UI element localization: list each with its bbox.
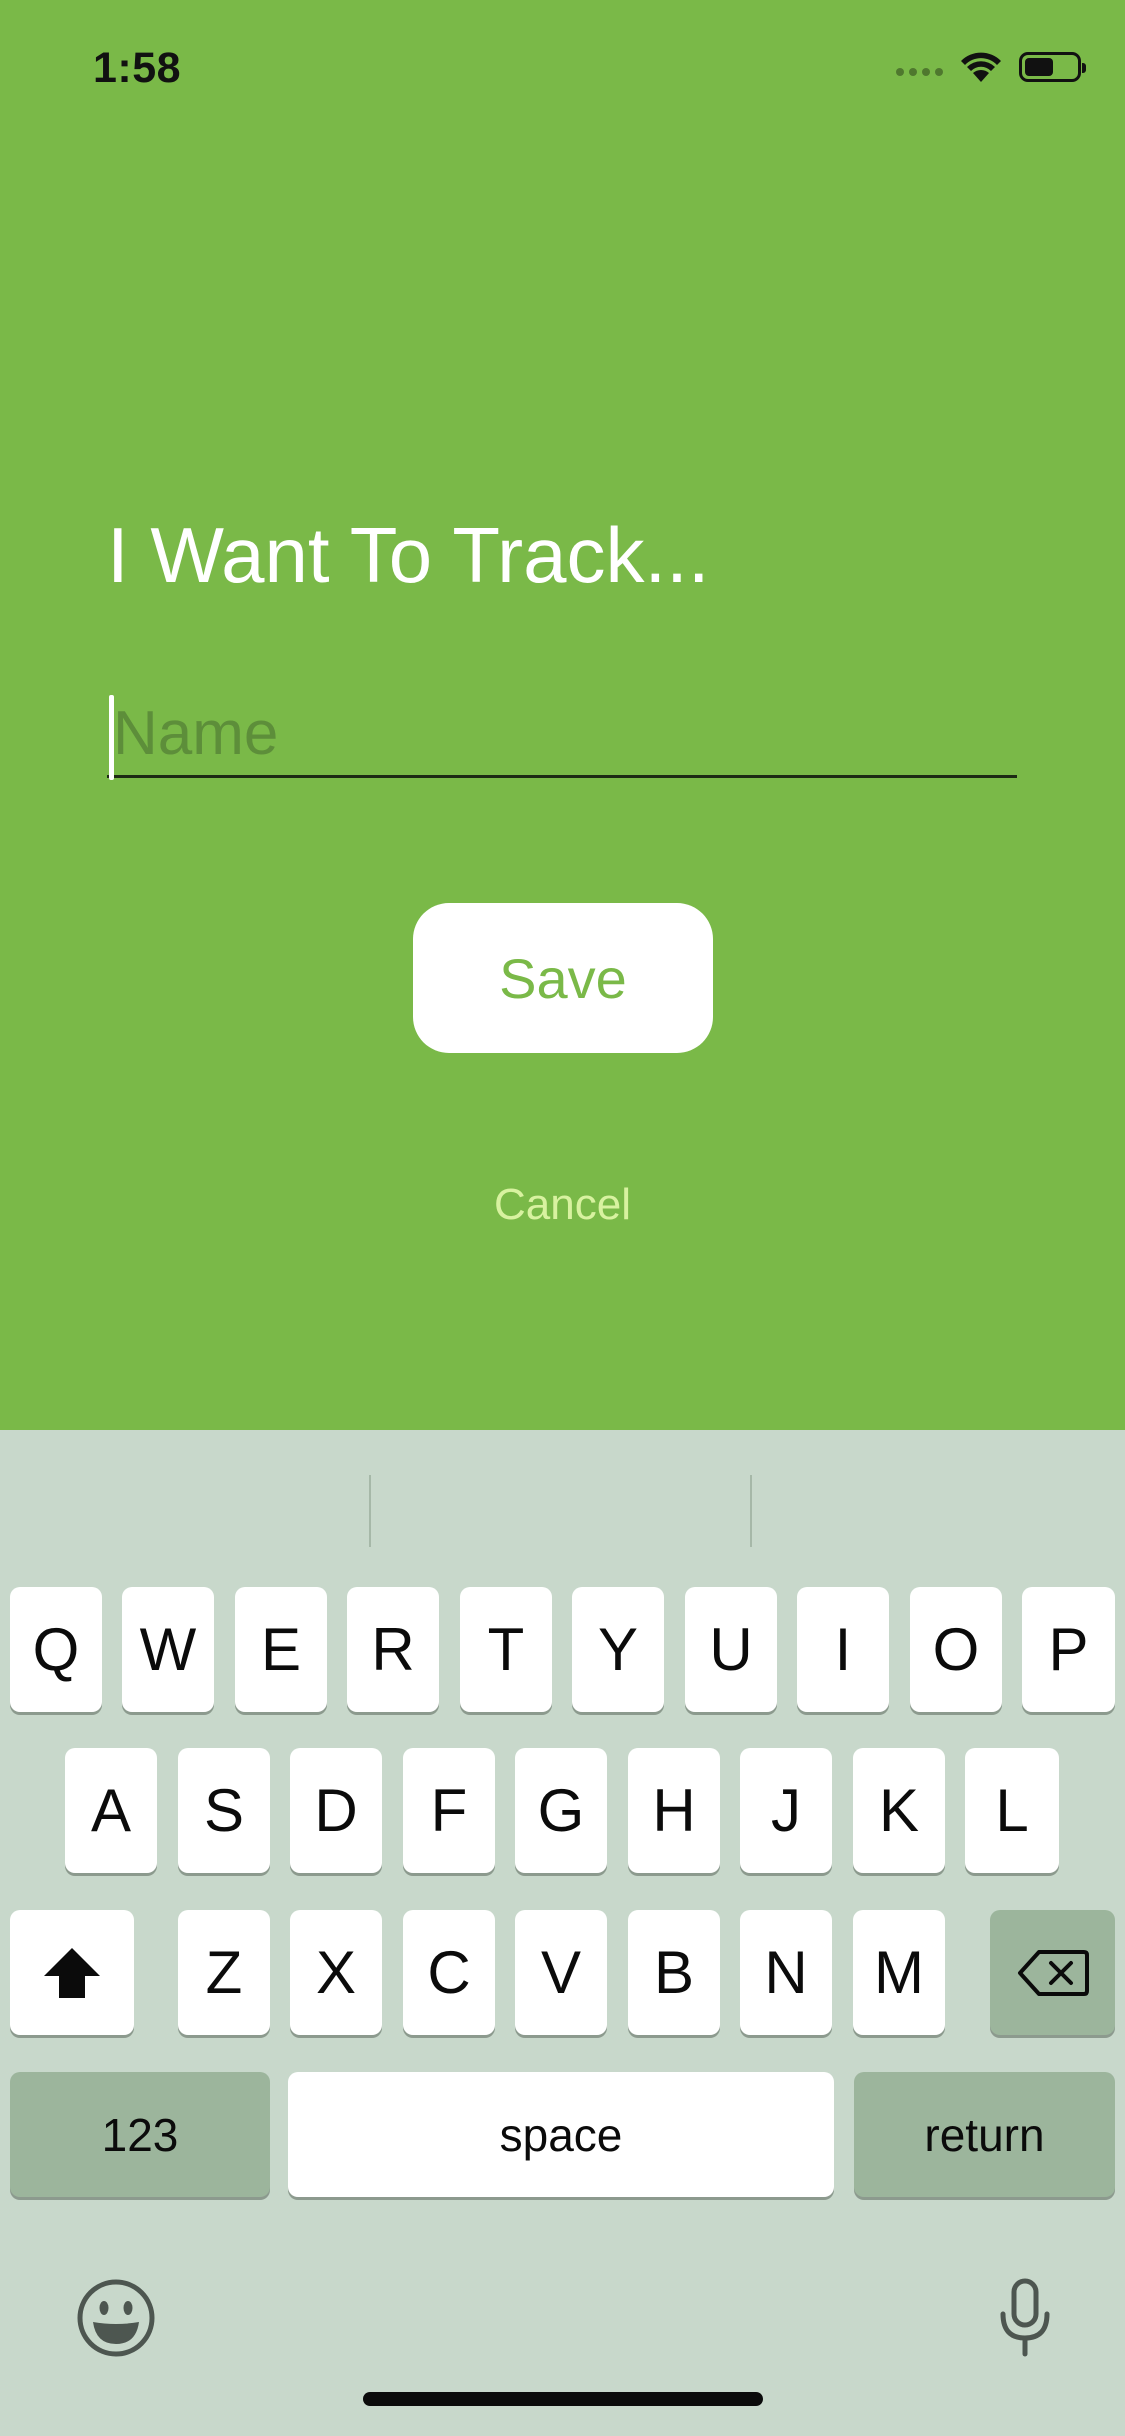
emoji-button[interactable]	[75, 2277, 157, 2359]
key-h[interactable]: H	[628, 1748, 720, 1873]
key-g[interactable]: G	[515, 1748, 607, 1873]
key-f[interactable]: F	[403, 1748, 495, 1873]
status-icons	[896, 50, 1086, 84]
key-l[interactable]: L	[965, 1748, 1059, 1873]
key-x[interactable]: X	[290, 1910, 382, 2035]
screen: 1:58 I Want To Track... Save Cancel Q W …	[0, 0, 1125, 2436]
key-r[interactable]: R	[347, 1587, 439, 1712]
key-t[interactable]: T	[460, 1587, 552, 1712]
battery-icon	[1019, 52, 1086, 82]
name-field[interactable]	[107, 670, 1017, 780]
wifi-icon	[961, 52, 1001, 82]
keyboard: Q W E R T Y U I O P A S D F G H J K L Z …	[0, 1430, 1125, 2436]
cancel-button[interactable]: Cancel	[0, 1180, 1125, 1230]
key-v[interactable]: V	[515, 1910, 607, 2035]
key-e[interactable]: E	[235, 1587, 327, 1712]
delete-icon	[1017, 1949, 1089, 1996]
home-indicator	[363, 2392, 763, 2406]
key-n[interactable]: N	[740, 1910, 832, 2035]
key-d[interactable]: D	[290, 1748, 382, 1873]
suggestion-divider	[750, 1475, 752, 1547]
emoji-icon	[77, 2279, 155, 2357]
status-time: 1:58	[93, 44, 182, 92]
page-title: I Want To Track...	[107, 511, 710, 599]
key-w[interactable]: W	[122, 1587, 214, 1712]
shift-key[interactable]	[10, 1910, 134, 2035]
name-input[interactable]	[107, 688, 1013, 778]
shift-icon	[44, 1947, 100, 1998]
key-s[interactable]: S	[178, 1748, 270, 1873]
key-p[interactable]: P	[1022, 1587, 1115, 1712]
suggestion-divider	[369, 1475, 371, 1547]
key-i[interactable]: I	[797, 1587, 889, 1712]
key-y[interactable]: Y	[572, 1587, 664, 1712]
key-u[interactable]: U	[685, 1587, 777, 1712]
microphone-icon	[1000, 2278, 1050, 2357]
key-z[interactable]: Z	[178, 1910, 270, 2035]
numbers-key[interactable]: 123	[10, 2072, 270, 2197]
key-b[interactable]: B	[628, 1910, 720, 2035]
text-caret	[109, 695, 114, 780]
key-q[interactable]: Q	[10, 1587, 102, 1712]
microphone-button[interactable]	[995, 2277, 1055, 2359]
delete-key[interactable]	[990, 1910, 1115, 2035]
key-o[interactable]: O	[910, 1587, 1002, 1712]
space-key[interactable]: space	[288, 2072, 834, 2197]
key-c[interactable]: C	[403, 1910, 495, 2035]
cellular-signal-icon	[896, 52, 943, 82]
save-button[interactable]: Save	[413, 903, 713, 1053]
return-key[interactable]: return	[854, 2072, 1115, 2197]
key-k[interactable]: K	[853, 1748, 945, 1873]
key-m[interactable]: M	[853, 1910, 945, 2035]
key-j[interactable]: J	[740, 1748, 832, 1873]
key-a[interactable]: A	[65, 1748, 157, 1873]
